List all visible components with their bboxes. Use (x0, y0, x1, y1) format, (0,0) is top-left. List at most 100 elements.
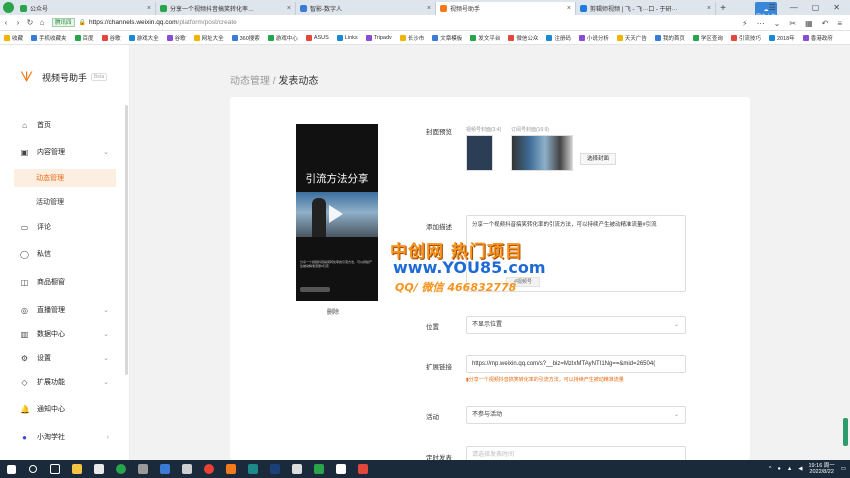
bookmark-item[interactable]: 谷歌 (101, 34, 121, 42)
url-input[interactable]: 腾讯四 🔒 https://channels.weixin.qq.com /pl… (52, 17, 692, 29)
tab-close-icon[interactable]: × (567, 5, 571, 12)
bookmark-item[interactable]: 百度 (74, 34, 94, 42)
bookmark-item[interactable]: 手机收藏夹 (31, 34, 67, 42)
bookmark-item[interactable]: 文章模板 (432, 34, 462, 42)
media-icon[interactable] (132, 460, 154, 478)
browser-tab[interactable]: 视频号助手 × (436, 2, 576, 15)
app-orange-icon[interactable] (220, 460, 242, 478)
browser-tab[interactable]: 分享一个视频抖音搞笑转化率… × (156, 2, 296, 15)
brand[interactable]: ᗐ 视频号助手 Beta (20, 69, 108, 85)
app-gray-icon[interactable] (176, 460, 198, 478)
bookmark-item[interactable]: Links (336, 34, 358, 41)
sidebar-item[interactable]: ▣ 内容管理 ⌄ (20, 143, 115, 161)
grid-icon[interactable]: ▦ (805, 19, 813, 28)
app-blue-icon[interactable] (154, 460, 176, 478)
bookmark-item[interactable]: 天天广告 (616, 34, 647, 42)
sidebar-item[interactable]: ◎ 直播管理 ⌄ (20, 301, 115, 319)
cover-thumb-subscription[interactable] (511, 135, 573, 171)
calendar-app-icon[interactable] (88, 460, 110, 478)
bookmark-item[interactable]: 游戏大全 (128, 34, 159, 42)
bookmark-item[interactable]: ASUS (305, 34, 329, 41)
bookmark-item[interactable]: 长沙市 (399, 34, 424, 42)
bookmark-item[interactable]: 引流技巧 (730, 34, 761, 42)
tab-close-icon[interactable]: × (147, 5, 151, 12)
dropdown-icon[interactable]: ⌄ (774, 19, 781, 28)
bookmark-item[interactable]: 注册码 (546, 34, 571, 42)
browser-tab[interactable]: 智影-数字人 × (296, 2, 436, 15)
more-icon[interactable]: ⋯ (757, 19, 765, 28)
browser-tab[interactable]: 剪辑师视频 | 飞 - 飞···口 - 于研··· × (576, 2, 716, 15)
breadcrumb-parent[interactable]: 动态管理 (230, 76, 270, 87)
tab-close-icon[interactable]: × (707, 5, 711, 12)
activity-select[interactable]: 不参与活动 ⌄ (466, 406, 686, 424)
bookmark-item[interactable]: 网址大全 (193, 34, 224, 42)
bookmark-item[interactable]: 发文平台 (470, 34, 500, 42)
new-tab-button[interactable]: + (716, 2, 730, 15)
cover-tab-subscription[interactable]: 订阅号封面(16:9) (511, 126, 549, 133)
play-icon[interactable] (329, 205, 343, 223)
cover-thumb-channels[interactable] (466, 135, 493, 171)
app-teal-icon[interactable] (242, 460, 264, 478)
sidebar-item[interactable]: ⚙ 设置 ⌄ (20, 349, 115, 367)
sidebar-item[interactable]: ◇ 扩展功能 ⌄ (20, 373, 115, 391)
bookmark-item[interactable]: 我的首页 (654, 34, 685, 42)
tab-close-icon[interactable]: × (427, 5, 431, 12)
bookmark-item[interactable]: 香港政府 (802, 34, 833, 42)
tab-close-icon[interactable]: × (287, 5, 291, 12)
search-icon[interactable] (22, 460, 44, 478)
app-green-icon[interactable] (308, 460, 330, 478)
bookmark-item[interactable]: 2018年 (768, 34, 795, 42)
browser-360-icon[interactable] (110, 460, 132, 478)
app-red-icon[interactable] (352, 460, 374, 478)
bookmark-item[interactable]: 360搜索 (231, 34, 260, 42)
clock[interactable]: 19:16 周一 2022/8/22 (809, 463, 835, 475)
bookmark-item[interactable]: 谷歌 (166, 34, 186, 42)
lightning-icon[interactable]: ⚡ (742, 19, 748, 28)
bookmark-item[interactable]: 收藏 (4, 34, 23, 42)
menu-icon[interactable]: ☰ (769, 3, 776, 12)
app-white-icon[interactable] (286, 460, 308, 478)
forward-icon[interactable]: › (12, 18, 24, 27)
file-explorer-icon[interactable] (66, 460, 88, 478)
task-view-icon[interactable] (44, 460, 66, 478)
sidebar-item[interactable]: 🔔 通知中心 (20, 400, 115, 418)
tray-arrow-icon[interactable]: ^ (769, 466, 772, 472)
windows-start-icon[interactable] (0, 460, 22, 478)
undo-icon[interactable]: ↶ (822, 19, 829, 28)
app-black-icon[interactable] (330, 460, 352, 478)
notification-icon[interactable]: ▭ (841, 466, 846, 472)
link-input[interactable]: https://mp.weixin.qq.com/s?__biz=MzIxMTA… (466, 355, 686, 373)
back-icon[interactable]: ‹ (0, 18, 12, 27)
chrome-icon[interactable] (198, 460, 220, 478)
delete-video-button[interactable]: 删除 (327, 307, 339, 316)
menu-lines-icon[interactable]: ≡ (837, 19, 842, 28)
bookmark-item[interactable]: 学区查询 (692, 34, 723, 42)
sidebar-item[interactable]: ◫ 商品橱窗 (20, 273, 115, 291)
bookmark-item[interactable]: 游戏中心 (267, 34, 298, 42)
tray-app-icon[interactable]: ● (777, 466, 780, 472)
video-preview[interactable]: 引流方法分享 分享一个视频抖音搞笑转化率的引流方法，可以持续产生被动精准流量#引… (296, 124, 378, 301)
refresh-icon[interactable]: ↻ (24, 18, 36, 27)
sidebar-item[interactable]: ▥ 数据中心 ⌄ (20, 325, 115, 343)
sidebar-item[interactable]: ▭ 评论 (20, 218, 115, 236)
sidebar-subitem[interactable]: 动态管理 (14, 169, 116, 187)
cover-tab-channels[interactable]: 视频号封面(3:4) (466, 126, 501, 133)
network-icon[interactable]: ▲ (787, 466, 792, 472)
photoshop-icon[interactable] (264, 460, 286, 478)
sidebar-item[interactable]: ● 小淘学社 › (20, 428, 115, 446)
home-nav-icon[interactable]: ⌂ (36, 18, 48, 27)
minimize-icon[interactable]: — (790, 3, 798, 12)
close-icon[interactable]: ✕ (833, 3, 840, 12)
sidebar-scrollbar[interactable] (125, 105, 128, 375)
location-select[interactable]: 不显示位置 ⌄ (466, 316, 686, 334)
browser-tab[interactable]: 公众号 × (16, 2, 156, 15)
sidebar-subitem[interactable]: 活动管理 (14, 193, 116, 211)
bookmark-item[interactable]: Tripadv (365, 34, 392, 41)
side-float-button[interactable] (843, 418, 848, 446)
bookmark-item[interactable]: 微信公众 (508, 34, 538, 42)
sidebar-item[interactable]: ◯ 私信 (20, 245, 115, 263)
choose-cover-button[interactable]: 选择封面 (580, 153, 616, 165)
volume-icon[interactable]: ◀ (798, 466, 802, 472)
bookmark-item[interactable]: 小说分析 (578, 34, 609, 42)
sidebar-item[interactable]: ⌂ 首页 (20, 116, 115, 134)
